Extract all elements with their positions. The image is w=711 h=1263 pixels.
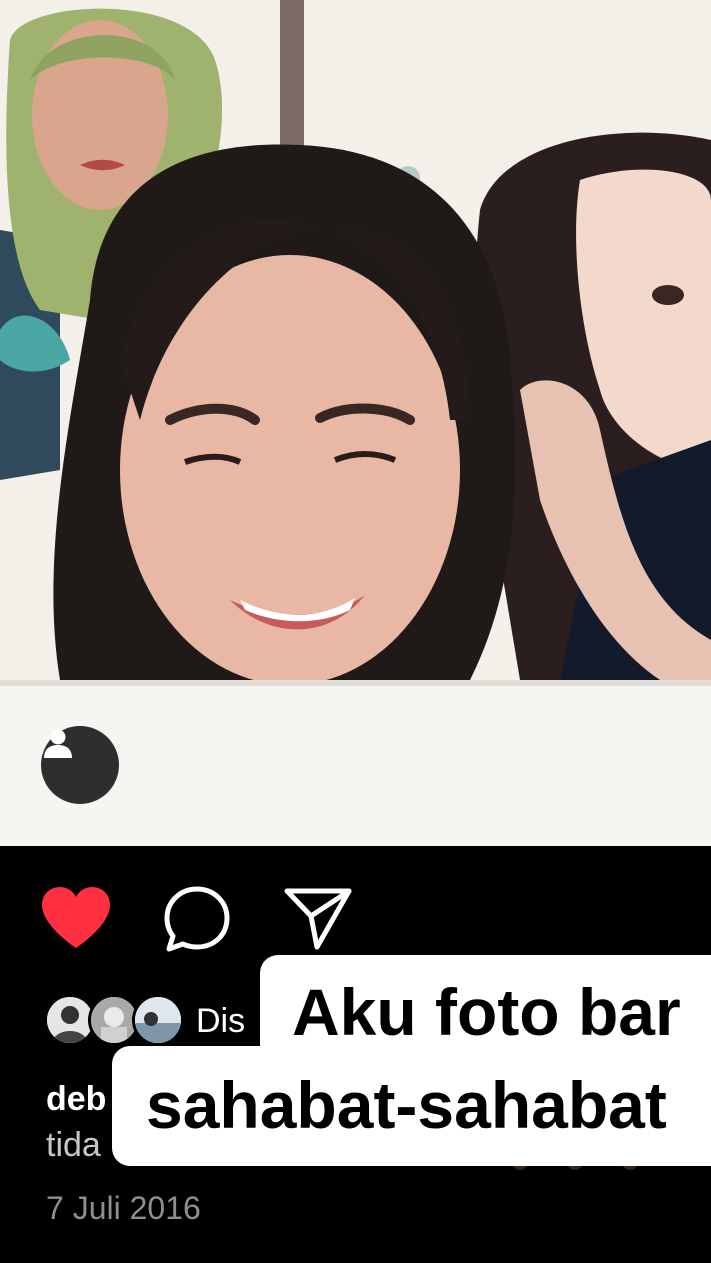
overlay-caption-line-2: sahabat-sahabat bbox=[112, 1046, 711, 1166]
share-button[interactable] bbox=[283, 884, 353, 959]
comment-icon bbox=[164, 886, 230, 952]
liked-by-avatars[interactable] bbox=[44, 994, 184, 1046]
post-photo[interactable] bbox=[0, 0, 711, 846]
heart-icon bbox=[42, 887, 110, 948]
liked-by-text[interactable]: Dis bbox=[196, 1002, 245, 1041]
photo-image bbox=[0, 0, 711, 846]
caption-text: tida bbox=[46, 1126, 101, 1164]
like-button[interactable] bbox=[40, 886, 112, 955]
tag-people-button[interactable] bbox=[41, 726, 119, 804]
caption-username[interactable]: deb bbox=[46, 1080, 106, 1119]
post-date: 7 Juli 2016 bbox=[46, 1190, 201, 1226]
send-icon bbox=[284, 888, 352, 950]
person-tag-icon bbox=[44, 729, 72, 758]
avatar bbox=[132, 994, 184, 1046]
comment-button[interactable] bbox=[162, 884, 232, 959]
